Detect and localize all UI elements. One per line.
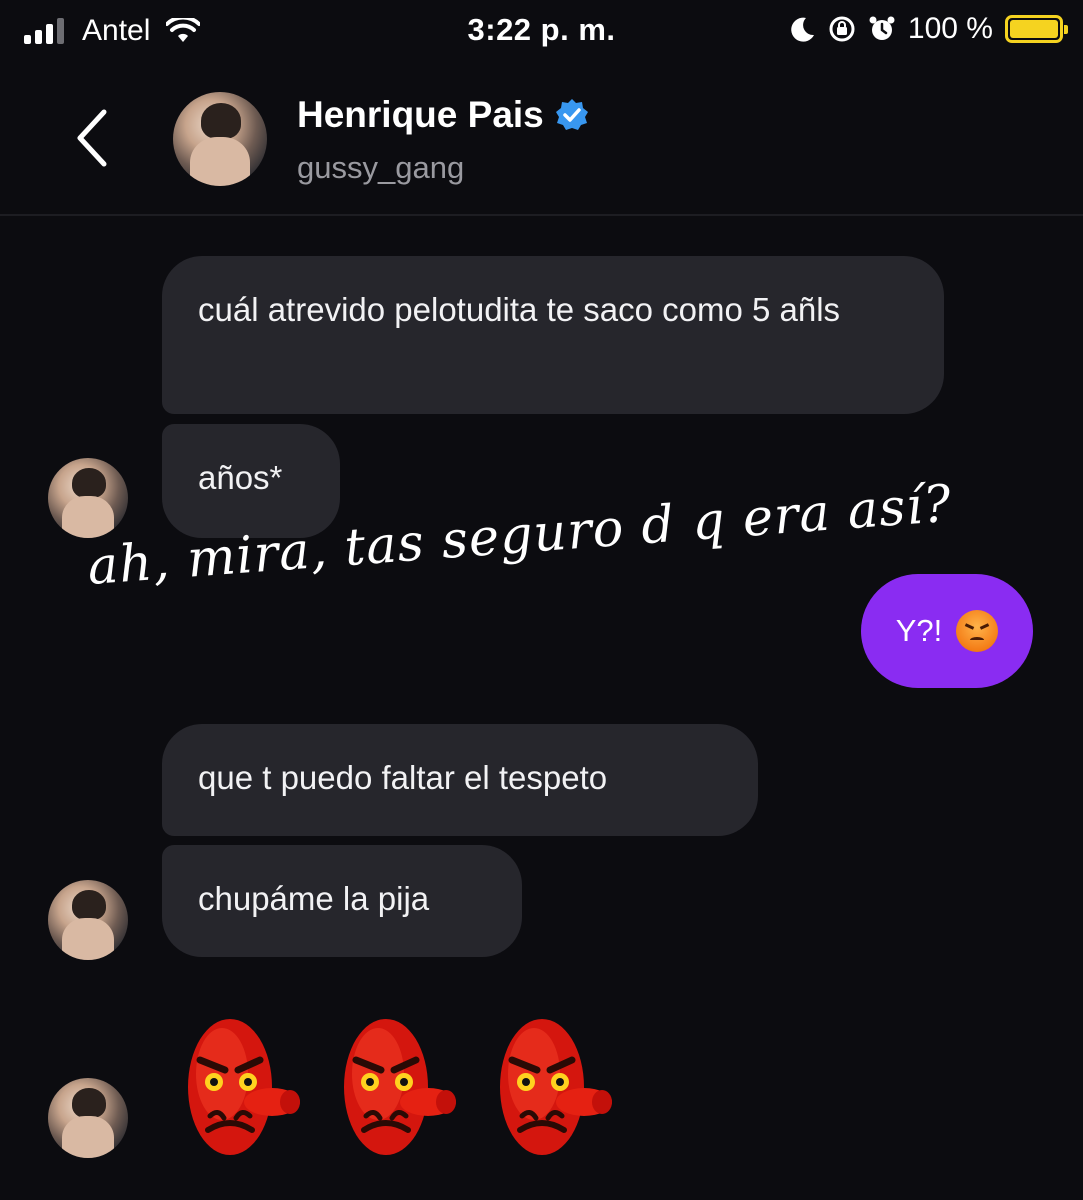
sender-avatar[interactable] [48, 458, 128, 538]
message-text: años* [198, 459, 283, 496]
sender-avatar[interactable] [48, 1078, 128, 1158]
status-right: 100 % [788, 12, 1068, 46]
status-bar: Antel 3:22 p. m. 100 % [0, 0, 1083, 64]
battery-percent: 100 % [907, 12, 993, 45]
message-text: que t puedo faltar el tespeto [198, 759, 608, 796]
chat-header: Henrique Pais gussy_gang [0, 64, 1083, 216]
contact-name-text: Henrique Pais [297, 94, 544, 135]
message-bubble-received[interactable]: cuál atrevido pelotudita te saco como 5 … [162, 256, 944, 414]
chevron-left-icon [77, 109, 107, 167]
tengu-mask-icon [188, 1019, 300, 1155]
chat-screen: Antel 3:22 p. m. 100 % Henrique Pais gus… [0, 0, 1083, 1200]
battery-icon [1005, 15, 1068, 43]
tengu-mask-icon [500, 1019, 612, 1155]
tengu-mask-icon [344, 1019, 456, 1155]
moon-icon [791, 17, 814, 42]
contact-name[interactable]: Henrique Pais [297, 94, 590, 136]
alarm-clock-icon [869, 16, 895, 40]
message-text: cuál atrevido pelotudita te saco como 5 … [198, 291, 841, 328]
message-text: Y?! [895, 613, 943, 648]
sender-avatar[interactable] [48, 880, 128, 960]
message-bubble-received[interactable]: chupáme la pija [162, 845, 522, 957]
contact-avatar[interactable] [173, 92, 267, 186]
verified-badge-icon [555, 99, 588, 130]
message-text: chupáme la pija [198, 880, 430, 917]
angry-face-icon [956, 610, 999, 652]
message-bubble-received[interactable]: que t puedo faltar el tespeto [162, 724, 758, 836]
contact-handle[interactable]: gussy_gang [297, 150, 464, 186]
rotation-lock-icon [829, 16, 855, 42]
message-bubble-sent[interactable]: Y?! [861, 574, 1033, 688]
back-button[interactable] [66, 102, 118, 174]
